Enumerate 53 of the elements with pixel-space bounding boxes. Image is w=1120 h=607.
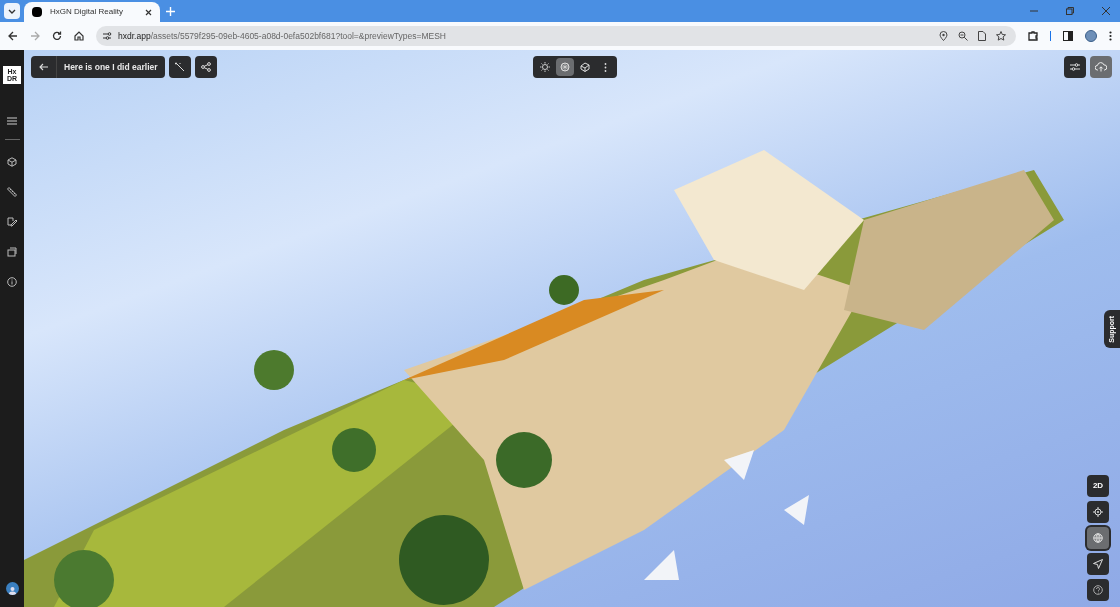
upload-button[interactable] [1090, 56, 1112, 78]
share-icon [200, 62, 211, 72]
more-icon[interactable] [1109, 31, 1112, 41]
close-icon[interactable] [145, 8, 152, 16]
wand-icon [174, 62, 185, 72]
globe-button[interactable] [1087, 527, 1109, 549]
side-panel-icon[interactable] [1063, 31, 1073, 41]
asset-title: Here is one I did earlier [63, 60, 159, 74]
sliders-icon [1070, 62, 1080, 72]
profile-avatar[interactable] [1085, 30, 1097, 42]
user-avatar[interactable] [5, 582, 19, 595]
restore-icon[interactable] [1066, 7, 1074, 15]
new-tab-icon[interactable] [166, 7, 175, 16]
layers-icon[interactable] [7, 247, 17, 257]
settings-button[interactable] [1064, 56, 1086, 78]
locate-button[interactable] [1087, 501, 1109, 523]
chevron-down-icon [8, 8, 16, 14]
send-icon [1093, 559, 1103, 569]
back-icon[interactable] [8, 31, 18, 41]
document-icon[interactable] [978, 31, 986, 41]
site-icon [32, 7, 42, 17]
menu-icon[interactable] [7, 117, 17, 125]
cube-icon[interactable] [7, 157, 17, 167]
cloud-upload-icon [1095, 62, 1107, 72]
back-arrow-icon[interactable] [39, 63, 48, 71]
reload-icon[interactable] [52, 31, 62, 41]
tab-list-button[interactable] [4, 3, 20, 19]
crosshair-icon [1093, 507, 1103, 517]
browser-tab[interactable]: HxGN Digital Reality [24, 2, 160, 22]
more-vertical-icon [603, 62, 607, 72]
sun-icon [540, 62, 550, 72]
tab-title: HxGN Digital Reality [50, 6, 124, 18]
box-icon [580, 62, 590, 72]
person-silhouette-icon [7, 586, 17, 595]
globe-icon [1093, 533, 1103, 543]
share-button[interactable] [194, 56, 217, 78]
zoom-icon[interactable] [958, 31, 968, 41]
home-icon[interactable] [74, 31, 84, 41]
info-icon[interactable] [7, 277, 17, 287]
address-bar[interactable]: hxdr.app/assets/5579f295-09eb-4605-a08d-0efa502bf681?tool=&previewTypes=MESH [96, 26, 1016, 46]
help-icon [1093, 585, 1103, 595]
navigate-button[interactable] [1087, 553, 1109, 575]
view-toggle-button[interactable]: 2D [1087, 475, 1109, 497]
ruler-icon[interactable] [7, 187, 17, 197]
url-text: hxdr.app/assets/5579f295-09eb-4605-a08d-0efa502bf681?tool=&previewTypes=MESH [118, 29, 447, 43]
help-button[interactable] [1087, 579, 1109, 601]
location-pin-icon[interactable] [939, 31, 948, 41]
sphere-icon [560, 62, 570, 72]
site-settings-icon[interactable] [102, 31, 112, 41]
edit-icon[interactable] [7, 217, 17, 227]
view-mode-button[interactable] [556, 58, 574, 76]
star-icon[interactable] [996, 31, 1006, 41]
measure-tool-button[interactable] [168, 56, 191, 78]
